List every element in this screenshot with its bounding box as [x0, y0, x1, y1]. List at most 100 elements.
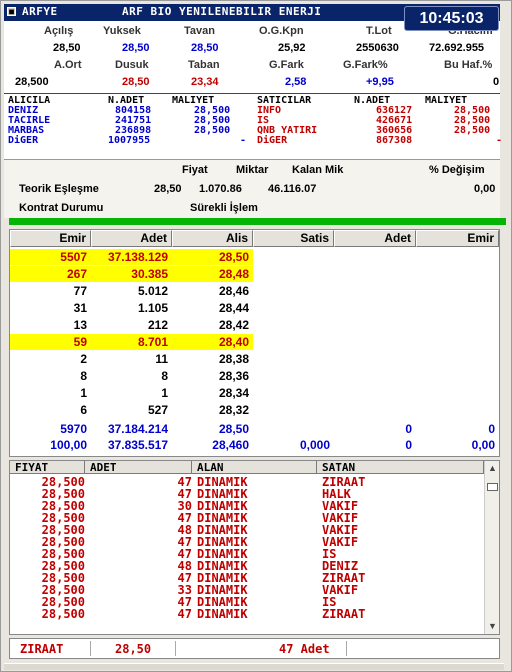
- stat-volume: 72.692.955: [429, 42, 485, 54]
- stat-label-floor: Taban: [188, 59, 220, 71]
- symbol-title: ARFYE: [22, 5, 58, 18]
- ob-total-adet-sell: 0: [405, 422, 412, 436]
- depth-buy-cost: 28,500: [194, 125, 231, 136]
- trade-qty: 47: [177, 607, 192, 621]
- stat-label-low: Dusuk: [115, 59, 149, 71]
- trade-qty: 47: [177, 511, 192, 525]
- stat-label-change: G.Fark: [269, 59, 304, 71]
- status-divider: [346, 641, 347, 656]
- ob-header-satis[interactable]: Satis: [253, 230, 334, 247]
- depth-buy-cost-other: -: [240, 135, 247, 146]
- info-header-remaining: Kalan Mik: [292, 164, 344, 176]
- status-qty: 47 Adet: [279, 642, 330, 656]
- trade-qty: 47: [177, 595, 192, 609]
- depth-window: ■ ARFYE ARF BIO YENILENEBILIR ENERJI × 1…: [0, 0, 512, 672]
- scroll-thumb[interactable]: [487, 483, 498, 491]
- depth-sell-cost-other: -: [496, 135, 503, 146]
- trade-qty: 30: [177, 499, 192, 513]
- trade-qty: 47: [177, 547, 192, 561]
- ob-total-satis: [253, 421, 334, 437]
- scroll-up-icon[interactable]: ▲: [485, 461, 499, 476]
- ob-row[interactable]: 2 11 28,38: [10, 351, 499, 367]
- trade-seller: VAKIF: [322, 535, 359, 549]
- stat-high: 28,50: [122, 42, 150, 54]
- ob-adet: 212: [147, 318, 168, 332]
- stat-label-tlot: T.Lot: [366, 25, 392, 37]
- trades-scrollbar[interactable]: ▲ ▼: [484, 461, 499, 634]
- ob-header-alis[interactable]: Alis: [172, 230, 253, 247]
- ob-emir: 6: [80, 403, 87, 417]
- ob-row[interactable]: 13 212 28,42: [10, 317, 499, 333]
- ob-emir: 5507: [10, 249, 91, 265]
- trades-header-seller[interactable]: SATAN: [317, 461, 484, 474]
- ob-avg-row: 100,00 37.835.517 28,460 0,000 0 0,00: [10, 437, 499, 453]
- stat-change: 2,58: [285, 76, 307, 88]
- stat-floor: 23,34: [191, 76, 219, 88]
- ob-total-emir: 5970: [60, 422, 87, 436]
- teorik-price: 28,50: [154, 183, 182, 195]
- depth-seller-other[interactable]: DiGER: [257, 136, 287, 146]
- stat-ogkpn: 25,92: [278, 42, 306, 54]
- ob-row[interactable]: 59 8.701 28,40: [10, 334, 499, 350]
- ob-alis: 28,38: [218, 352, 249, 366]
- window-menu-icon[interactable]: ■: [7, 7, 16, 16]
- ob-row[interactable]: 77 5.012 28,46: [10, 283, 499, 299]
- ob-row[interactable]: 8 8 28,36: [10, 368, 499, 384]
- trade-price: 28,500: [41, 607, 85, 621]
- trade-qty: 47: [177, 475, 192, 489]
- ob-row[interactable]: 5507 37.138.129 28,50: [10, 249, 499, 265]
- status-price: 28,50: [115, 642, 152, 656]
- ob-alis: 28,44: [218, 301, 249, 315]
- stat-label-week: Bu Haf.%: [444, 59, 493, 71]
- depth-sell-qty-other: 867308: [376, 135, 413, 146]
- stat-change-pct: +9,95: [366, 76, 394, 88]
- stat-ceiling: 28,50: [191, 42, 219, 54]
- stat-label-change-pct: G.Fark%: [343, 59, 388, 71]
- trade-list: FIYAT ADET ALAN SATAN 28,500 47 DINAMIK ZIR…: [9, 460, 500, 635]
- trades-header-qty[interactable]: ADET: [85, 461, 192, 474]
- ob-emir: 13: [73, 318, 87, 332]
- status-green-bar: [9, 218, 506, 225]
- ob-adet: 8: [161, 369, 168, 383]
- ob-avg-alis: 28,460: [212, 438, 249, 452]
- teorik-label: Teorik Eşleşme: [19, 183, 99, 195]
- ob-row[interactable]: 31 1.105 28,44: [10, 300, 499, 316]
- ob-emir: 8: [80, 369, 87, 383]
- ob-avg-adet: 37.835.517: [107, 438, 168, 452]
- stat-week: 0: [493, 76, 500, 88]
- trades-header-buyer[interactable]: ALAN: [192, 461, 317, 474]
- stat-label-open: Açılış: [44, 25, 74, 37]
- ob-alis: 28,32: [218, 403, 249, 417]
- ob-header-emir-buy[interactable]: Emir: [10, 230, 91, 247]
- teorik-qty: 1.070.86: [199, 183, 242, 195]
- trades-header-price[interactable]: FIYAT: [10, 461, 85, 474]
- scroll-down-icon[interactable]: ▼: [485, 619, 499, 634]
- ob-row[interactable]: 6 527 28,32: [10, 402, 499, 418]
- info-header-qty: Miktar: [236, 164, 269, 176]
- depth-sell-cost: 28,500: [454, 125, 491, 136]
- ob-alis: 28,50: [172, 249, 253, 265]
- stat-label-ogkpn: O.G.Kpn: [259, 25, 304, 37]
- ob-header-emir-sell[interactable]: Emir: [416, 230, 499, 247]
- info-header-price: Fiyat: [182, 164, 208, 176]
- stat-label-ceiling: Tavan: [184, 25, 215, 37]
- ob-emir: 267: [10, 266, 91, 282]
- ob-alis: 28,46: [218, 284, 249, 298]
- teorik-remaining: 46.116.07: [268, 183, 317, 195]
- ob-emir: 31: [73, 301, 87, 315]
- ob-row[interactable]: 267 30.385 28,48: [10, 266, 499, 282]
- ob-alis: 28,48: [172, 266, 253, 282]
- ob-header-adet-sell[interactable]: Adet: [334, 230, 416, 247]
- trade-seller: VAKIF: [322, 583, 359, 597]
- ob-row[interactable]: 1 1 28,34: [10, 385, 499, 401]
- depth-buyer-other[interactable]: DiGER: [8, 136, 38, 146]
- broker-depth-table: ALICILA N.ADET MALIYET SATICILAR N.ADET …: [4, 93, 503, 160]
- ob-adet: 8.701: [91, 334, 172, 350]
- last-trade-status: ZIRAAT 28,50 47 Adet: [9, 638, 500, 659]
- stat-low: 28,50: [122, 76, 150, 88]
- ob-header-adet-buy[interactable]: Adet: [91, 230, 172, 247]
- stat-label-high: Yuksek: [103, 25, 141, 37]
- trade-row[interactable]: 28,500 47 DINAMIK ZIRAAT: [10, 607, 484, 621]
- status-divider: [90, 641, 91, 656]
- trade-qty: 33: [177, 583, 192, 597]
